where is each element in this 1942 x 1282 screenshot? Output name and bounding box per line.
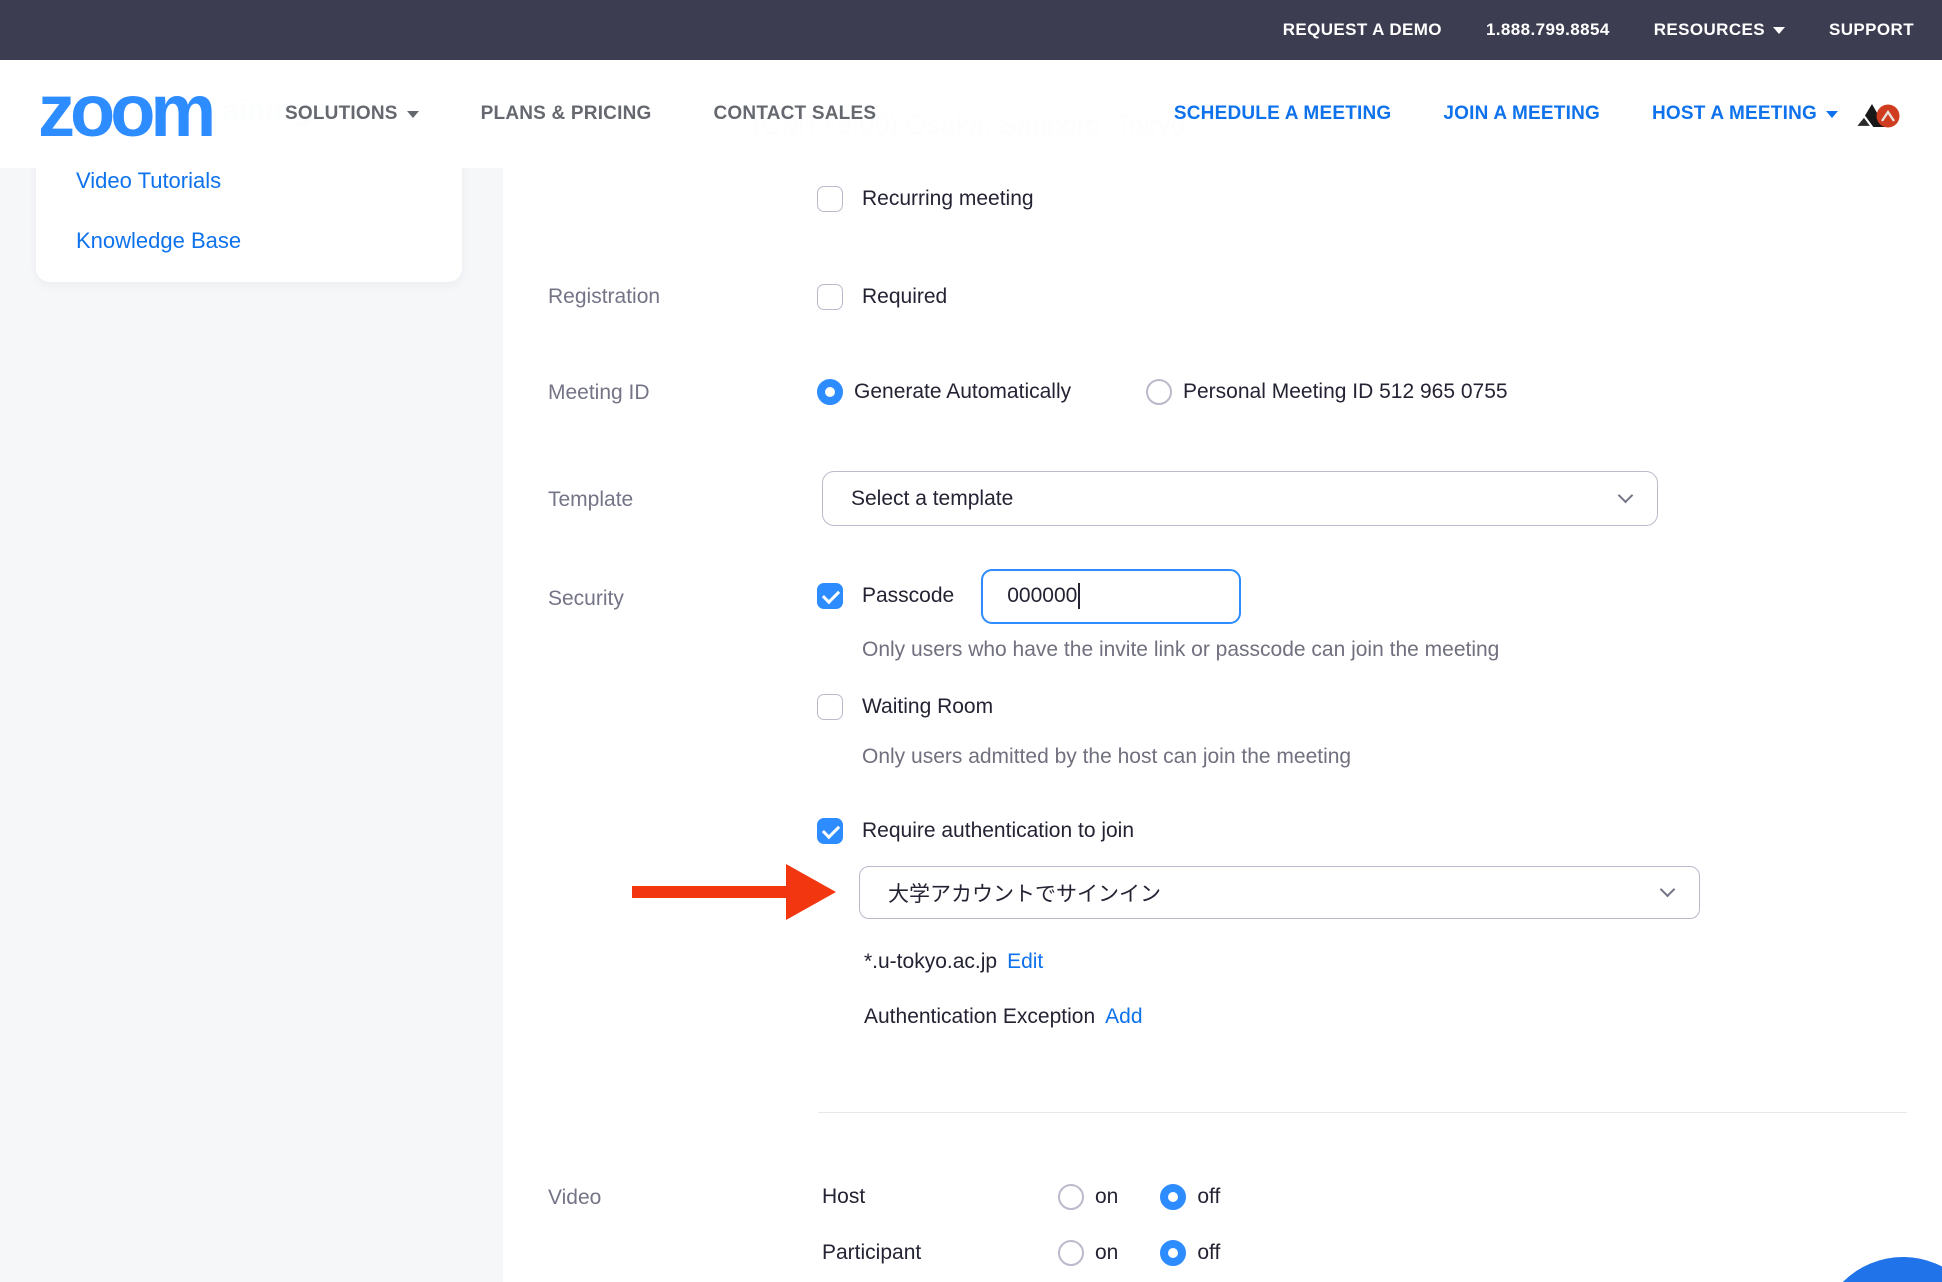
passcode-checkbox[interactable]: [817, 583, 843, 609]
passcode-value: 000000: [1007, 584, 1077, 608]
auth-domain-row: *.u-tokyo.ac.jp Edit: [864, 947, 1043, 977]
auth-exception-row: Authentication Exception Add: [864, 1002, 1143, 1032]
meeting-id-generate-radio[interactable]: [817, 379, 843, 405]
video-participant-label: Participant: [822, 1241, 1058, 1265]
meeting-id-generate-label: Generate Automatically: [854, 380, 1146, 404]
main-navigation-bar: zoom SOLUTIONS PLANS & PRICING CONTACT S…: [0, 60, 1942, 168]
nav-host-meeting-menu[interactable]: HOST A MEETING: [1652, 103, 1838, 125]
nav-left-menu: SOLUTIONS PLANS & PRICING CONTACT SALES: [285, 60, 876, 168]
solutions-label: SOLUTIONS: [285, 103, 398, 125]
meeting-id-personal-label: Personal Meeting ID 512 965 0755: [1183, 380, 1508, 404]
template-select[interactable]: Select a template: [822, 471, 1658, 526]
annotation-arrow: [632, 864, 836, 920]
waiting-room-label: Waiting Room: [862, 695, 993, 719]
video-participant-off-radio[interactable]: [1160, 1240, 1186, 1266]
passcode-hint: Only users who have the invite link or p…: [862, 638, 1499, 662]
nav-schedule-meeting-link[interactable]: SCHEDULE A MEETING: [1174, 103, 1392, 125]
registration-row: Required: [817, 282, 947, 312]
recurring-meeting-label: Recurring meeting: [862, 187, 1034, 211]
nav-contact-sales-link[interactable]: CONTACT SALES: [714, 103, 877, 125]
video-participant-on-label: on: [1095, 1241, 1118, 1265]
video-host-on-label: on: [1095, 1185, 1118, 1209]
auth-exception-label: Authentication Exception: [864, 1005, 1095, 1029]
chevron-down-icon: [1660, 881, 1676, 897]
section-divider: [818, 1112, 1907, 1113]
chevron-down-icon: [1773, 27, 1785, 34]
template-field-label: Template: [548, 488, 633, 512]
security-field-label: Security: [548, 587, 624, 611]
phone-number[interactable]: 1.888.799.8854: [1486, 20, 1610, 40]
arrow-shaft: [632, 886, 788, 898]
chevron-down-icon: [1618, 487, 1634, 503]
video-participant-row: Participant on off: [822, 1238, 1220, 1268]
video-host-off-label: off: [1197, 1185, 1220, 1209]
avatar-image: [1852, 99, 1902, 131]
video-host-label: Host: [822, 1185, 1058, 1209]
video-participant-off-label: off: [1197, 1241, 1220, 1265]
registration-field-label: Registration: [548, 285, 660, 309]
nav-plans-pricing-link[interactable]: PLANS & PRICING: [481, 103, 652, 125]
auth-method-select[interactable]: 大学アカウントでサインイン: [859, 866, 1700, 919]
nav-solutions-menu[interactable]: SOLUTIONS: [285, 103, 419, 125]
passcode-label: Passcode: [862, 584, 954, 608]
chevron-down-icon: [1826, 111, 1838, 118]
video-field-label: Video: [548, 1186, 601, 1210]
arrow-head: [786, 864, 836, 920]
host-meeting-label: HOST A MEETING: [1652, 103, 1817, 125]
passcode-input[interactable]: 000000: [981, 569, 1241, 624]
registration-required-label: Required: [862, 285, 947, 309]
video-host-off-radio[interactable]: [1160, 1184, 1186, 1210]
sidebar-link-knowledge-base[interactable]: Knowledge Base: [76, 228, 241, 254]
request-a-demo-link[interactable]: REQUEST A DEMO: [1283, 20, 1442, 40]
recurring-meeting-row: Recurring meeting: [817, 184, 1034, 214]
meeting-id-row: Generate Automatically Personal Meeting …: [817, 377, 1508, 407]
meeting-id-field-label: Meeting ID: [548, 381, 650, 405]
top-utility-bar: REQUEST A DEMO 1.888.799.8854 RESOURCES …: [0, 0, 1942, 60]
registration-required-checkbox[interactable]: [817, 284, 843, 310]
auth-method-value: 大学アカウントでサインイン: [888, 878, 1161, 908]
zoom-logo[interactable]: zoom: [38, 74, 211, 148]
resources-menu[interactable]: RESOURCES: [1654, 20, 1785, 40]
require-auth-label: Require authentication to join: [862, 819, 1134, 843]
waiting-room-hint: Only users admitted by the host can join…: [862, 745, 1351, 769]
auth-domain-value: *.u-tokyo.ac.jp: [864, 950, 997, 974]
nav-right-menu: SCHEDULE A MEETING JOIN A MEETING HOST A…: [1174, 60, 1838, 168]
auth-domain-edit-link[interactable]: Edit: [1007, 950, 1043, 974]
auth-exception-add-link[interactable]: Add: [1105, 1005, 1142, 1029]
require-auth-row: Require authentication to join: [817, 816, 1134, 846]
video-participant-on-radio[interactable]: [1058, 1240, 1084, 1266]
text-cursor: [1078, 583, 1080, 609]
support-link[interactable]: SUPPORT: [1829, 20, 1914, 40]
profile-avatar[interactable]: [1852, 99, 1902, 131]
sidebar-link-video-tutorials[interactable]: Video Tutorials: [76, 168, 221, 194]
resources-label: RESOURCES: [1654, 20, 1765, 40]
video-host-on-radio[interactable]: [1058, 1184, 1084, 1210]
nav-join-meeting-link[interactable]: JOIN A MEETING: [1443, 103, 1600, 125]
waiting-room-row: Waiting Room: [817, 692, 993, 722]
template-select-value: Select a template: [851, 487, 1013, 511]
passcode-row: Passcode 000000: [817, 568, 1241, 624]
waiting-room-checkbox[interactable]: [817, 694, 843, 720]
meeting-id-personal-radio[interactable]: [1146, 379, 1172, 405]
recurring-meeting-checkbox[interactable]: [817, 186, 843, 212]
zoom-schedule-meeting-page: Video Tutorials Knowledge Base aining (G…: [0, 0, 1942, 1282]
video-host-row: Host on off: [822, 1182, 1220, 1212]
require-auth-checkbox[interactable]: [817, 818, 843, 844]
chevron-down-icon: [407, 111, 419, 118]
help-floating-button[interactable]: [1818, 1257, 1942, 1282]
